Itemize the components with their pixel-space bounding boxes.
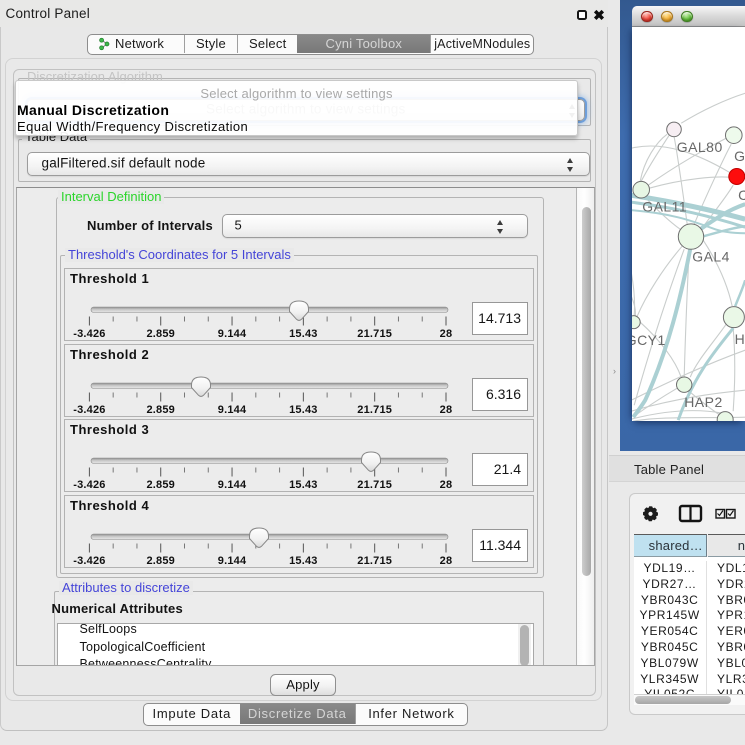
svg-text:9.144: 9.144 <box>218 555 247 567</box>
svg-text:-3.426: -3.426 <box>73 328 105 340</box>
svg-text:28: 28 <box>440 328 453 340</box>
svg-text:2.859: 2.859 <box>146 404 175 416</box>
svg-text:9.144: 9.144 <box>218 404 247 416</box>
svg-text:28: 28 <box>440 404 453 416</box>
svg-text:GAL4: GAL4 <box>692 248 730 264</box>
svg-text:21.715: 21.715 <box>357 479 392 491</box>
svg-text:GCY1: GCY1 <box>632 332 666 348</box>
svg-text:28: 28 <box>440 479 453 491</box>
svg-text:H: H <box>734 331 744 347</box>
svg-text:-3.426: -3.426 <box>73 555 105 567</box>
svg-text:HAP2: HAP2 <box>684 394 723 410</box>
svg-text:21.715: 21.715 <box>357 328 392 340</box>
svg-text:21.715: 21.715 <box>357 404 392 416</box>
svg-text:28: 28 <box>440 555 453 567</box>
svg-text:15.43: 15.43 <box>289 404 318 416</box>
svg-text:21.715: 21.715 <box>357 555 392 567</box>
svg-text:G.: G. <box>734 148 745 164</box>
svg-text:15.43: 15.43 <box>289 479 318 491</box>
svg-text:GAL80: GAL80 <box>676 139 722 155</box>
svg-text:-3.426: -3.426 <box>73 479 105 491</box>
svg-text:C: C <box>738 187 745 203</box>
svg-text:2.859: 2.859 <box>146 328 175 340</box>
svg-text:2.859: 2.859 <box>146 479 175 491</box>
svg-text:-3.426: -3.426 <box>73 404 105 416</box>
svg-text:9.144: 9.144 <box>218 479 247 491</box>
svg-text:15.43: 15.43 <box>289 555 318 567</box>
svg-text:15.43: 15.43 <box>289 328 318 340</box>
svg-text:2.859: 2.859 <box>146 555 175 567</box>
svg-text:GAL11: GAL11 <box>642 198 687 214</box>
svg-text:9.144: 9.144 <box>218 328 247 340</box>
